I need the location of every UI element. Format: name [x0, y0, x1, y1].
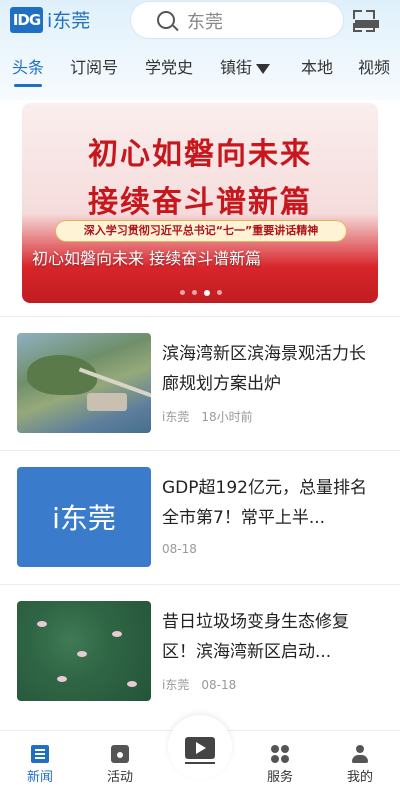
- logo-text: i东莞: [47, 10, 91, 32]
- news-source: i东莞: [162, 410, 190, 424]
- news-thumbnail: i东莞: [17, 467, 151, 567]
- tab-towns-label: 镇街: [220, 58, 253, 77]
- calendar-icon: [111, 745, 129, 763]
- news-meta: 08-18: [162, 542, 209, 556]
- channel-tabs: 头条 订阅号 学党史 镇街 本地 视频: [0, 54, 400, 88]
- nav-services[interactable]: 服务: [250, 731, 310, 785]
- nav-video-button[interactable]: [168, 715, 232, 779]
- scan-icon[interactable]: [353, 10, 379, 32]
- news-meta: i东莞 18小时前: [162, 408, 265, 425]
- news-source: i东莞: [162, 678, 190, 692]
- grid-icon: [271, 745, 289, 763]
- news-thumbnail: [17, 601, 151, 701]
- top-header: IDG i东莞 东莞 头条 订阅号 学党史 镇街 本地 视频: [0, 0, 400, 100]
- search-placeholder: 东莞: [187, 12, 223, 33]
- carousel-dot[interactable]: [217, 290, 222, 295]
- nav-news[interactable]: 新闻: [10, 731, 70, 785]
- nav-activities[interactable]: 活动: [90, 731, 150, 785]
- carousel-dots: [180, 289, 222, 296]
- carousel-dot[interactable]: [180, 290, 185, 295]
- news-meta: i东莞 08-18: [162, 676, 248, 693]
- logo-mark: IDG: [10, 6, 43, 33]
- news-icon: [31, 745, 49, 763]
- banner-headline-2: 接续奋斗谱新篇: [88, 185, 312, 220]
- nav-news-label: 新闻: [26, 770, 53, 785]
- banner-subline: 深入学习贯彻习近平总书记“七一”重要讲话精神: [56, 221, 346, 241]
- news-thumbnail: [17, 333, 151, 433]
- nav-services-label: 服务: [266, 770, 293, 785]
- tab-party-history[interactable]: 学党史: [145, 54, 193, 78]
- news-item[interactable]: 昔日垃圾场变身生态修复区！滨海湾新区启动... i东莞 08-18: [0, 585, 400, 715]
- app-logo[interactable]: IDG i东莞: [10, 6, 90, 33]
- news-item[interactable]: 滨海湾新区滨海景观活力长廊规划方案出炉 i东莞 18小时前: [0, 317, 400, 447]
- news-time: 18小时前: [201, 410, 253, 424]
- search-bar[interactable]: 东莞: [131, 2, 343, 38]
- news-title: 滨海湾新区滨海景观活力长廊规划方案出炉: [162, 344, 366, 394]
- tab-video[interactable]: 视频: [358, 54, 390, 78]
- video-play-icon: [185, 737, 215, 759]
- active-tab-indicator: [14, 84, 42, 87]
- banner-headline-1: 初心如磐向未来: [88, 137, 312, 172]
- nav-me[interactable]: 我的: [330, 731, 390, 785]
- tab-toutiao[interactable]: 头条: [12, 54, 44, 78]
- news-time: 08-18: [201, 678, 237, 692]
- thumbnail-logo-text: i东莞: [52, 502, 116, 535]
- tab-subscriptions[interactable]: 订阅号: [70, 54, 118, 78]
- banner-caption: 初心如磐向未来 接续奋斗谱新篇: [32, 249, 262, 268]
- news-item[interactable]: i东莞 GDP超192亿元，总量排名全市第7！常平上半... 08-18: [0, 451, 400, 581]
- banner-carousel[interactable]: 初心如磐向未来 接续奋斗谱新篇 深入学习贯彻习近平总书记“七一”重要讲话精神 初…: [22, 103, 378, 303]
- search-icon: [157, 11, 175, 29]
- news-title: GDP超192亿元，总量排名全市第7！常平上半...: [162, 478, 367, 528]
- tab-towns[interactable]: 镇街: [220, 54, 271, 78]
- nav-activities-label: 活动: [106, 770, 133, 785]
- news-title: 昔日垃圾场变身生态修复区！滨海湾新区启动...: [162, 612, 349, 662]
- carousel-dot[interactable]: [192, 290, 197, 295]
- carousel-dot-active[interactable]: [204, 289, 210, 296]
- tab-local[interactable]: 本地: [301, 54, 333, 78]
- caret-down-icon: [256, 63, 271, 74]
- user-icon: [351, 745, 369, 763]
- nav-me-label: 我的: [346, 770, 373, 785]
- news-time: 08-18: [162, 542, 197, 556]
- bottom-navigation: 新闻 活动 服务 我的: [0, 715, 400, 789]
